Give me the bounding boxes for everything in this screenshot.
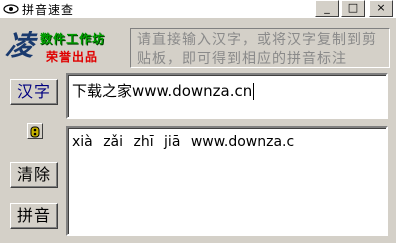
window-title: 拼音速查 <box>22 3 75 17</box>
title-bar: 拼音速查 _ □ × <box>0 0 396 18</box>
logo-mark: 凌 <box>4 29 36 62</box>
pinyin-button[interactable]: 拼音 <box>10 203 58 229</box>
studio-logo: 凌 数件工作坊 荣誉出品 <box>4 28 118 66</box>
logo-studio-name: 数件工作坊 <box>40 32 106 46</box>
app-eye-icon <box>3 4 19 14</box>
close-button[interactable]: × <box>369 0 393 17</box>
clear-button[interactable]: 清除 <box>10 162 58 188</box>
maximize-button[interactable]: □ <box>341 0 365 17</box>
minimize-button[interactable]: _ <box>315 0 339 17</box>
pinyin-output[interactable]: xià zǎi zhī jiā www.downza.c <box>66 126 388 236</box>
speaker-toggle-button[interactable] <box>27 123 43 139</box>
hanzi-input[interactable]: 下载之家www.downza.cn <box>66 73 388 119</box>
pinyin-output-text: xià zǎi zhī jiā www.downza.c <box>72 134 295 150</box>
speaker-icon <box>30 126 40 138</box>
instructions-label: 请直接输入汉字，或将汉字复制到剪贴板，即可得到相应的拼音标注 <box>130 28 390 68</box>
hanzi-button[interactable]: 汉字 <box>10 79 58 105</box>
logo-tagline: 荣誉出品 <box>46 50 99 64</box>
text-caret <box>253 83 255 100</box>
app-window: 拼音速查 _ □ × 凌 数件工作坊 荣誉出品 请直接输入汉字，或将汉字复制到剪… <box>0 0 396 243</box>
hanzi-input-text: 下载之家www.downza.cn <box>72 82 253 100</box>
